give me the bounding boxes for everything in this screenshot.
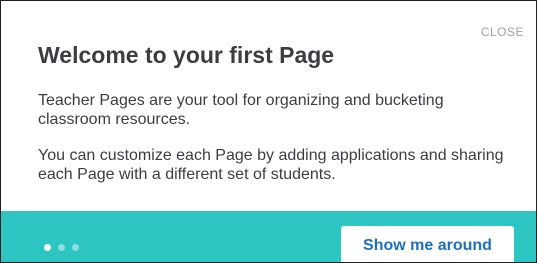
dialog-title: Welcome to your first Page	[38, 42, 335, 68]
dialog-footer: Show me around	[1, 211, 536, 262]
customize-paragraph: You can customize each Page by adding ap…	[38, 147, 504, 183]
show-me-around-button[interactable]: Show me around	[341, 226, 514, 262]
close-button[interactable]: CLOSE	[481, 25, 524, 39]
step-dot-3[interactable]	[72, 244, 79, 251]
welcome-dialog: CLOSE Welcome to your first Page Teacher…	[0, 0, 537, 263]
step-dot-2[interactable]	[58, 244, 65, 251]
intro-paragraph: Teacher Pages are your tool for organizi…	[38, 92, 444, 128]
step-indicator	[44, 244, 79, 251]
step-dot-1[interactable]	[44, 244, 51, 251]
